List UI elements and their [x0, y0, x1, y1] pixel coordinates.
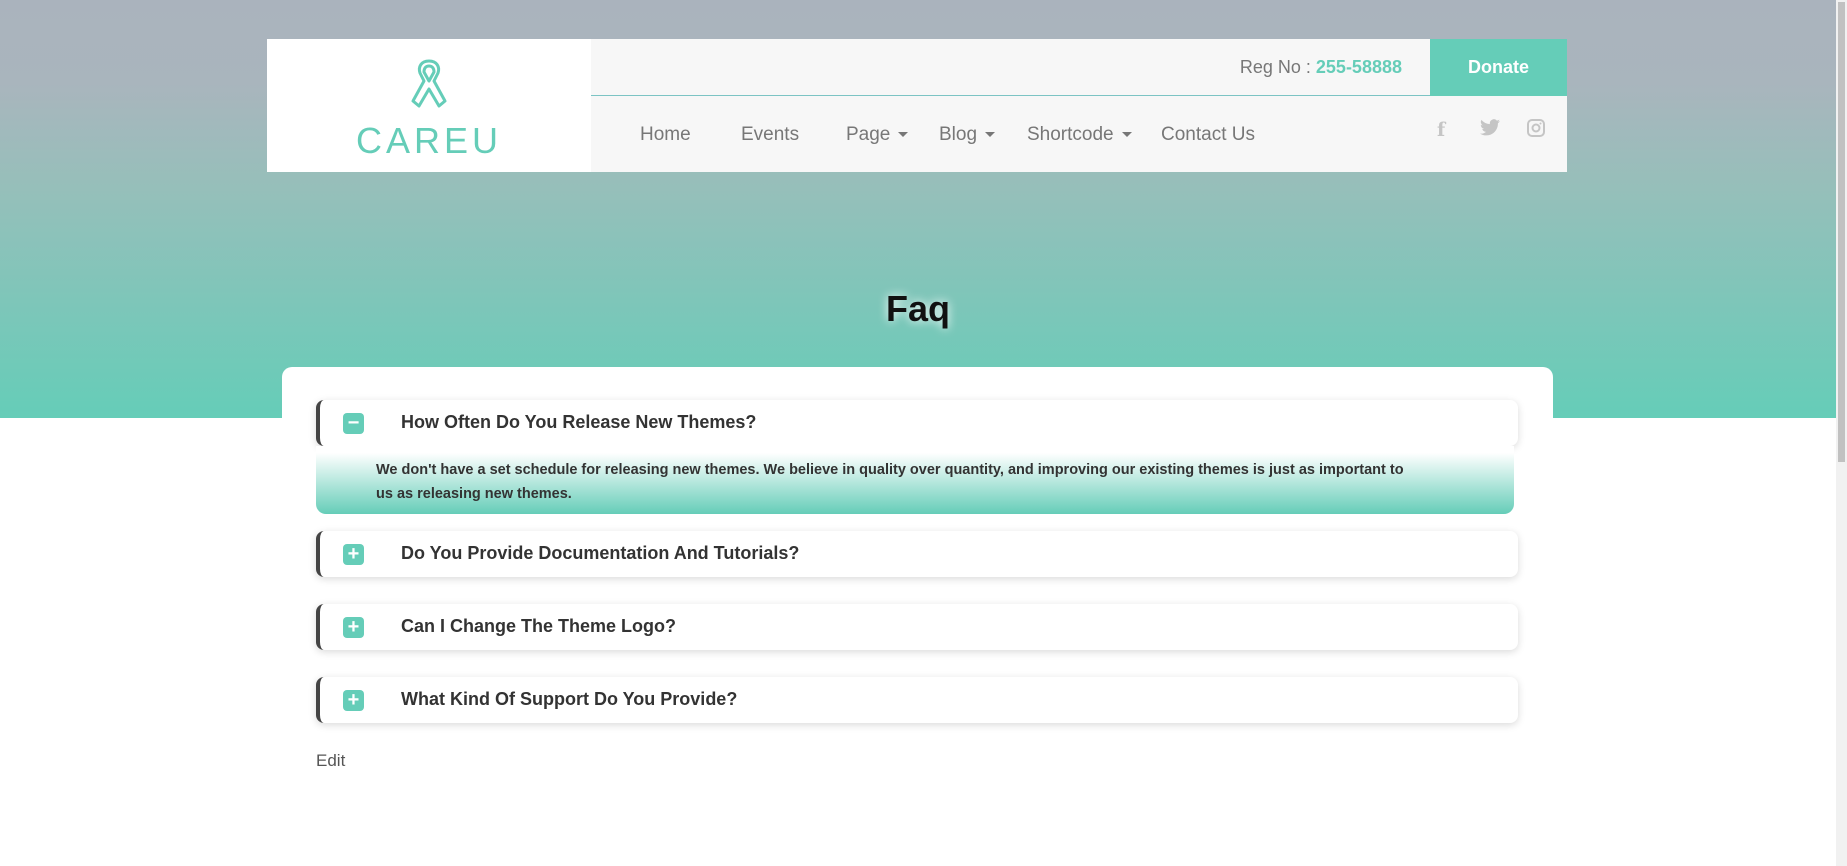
caret-down-icon: [1121, 132, 1132, 138]
faq-answer: We don't have a set schedule for releasi…: [316, 446, 1514, 514]
scrollbar[interactable]: [1836, 0, 1847, 866]
page-title: Faq: [885, 288, 950, 329]
minus-icon: −: [343, 413, 364, 434]
faq-item-3[interactable]: + Can I Change The Theme Logo?: [316, 604, 1518, 650]
caret-down-icon: [898, 132, 909, 138]
plus-icon: +: [343, 544, 364, 565]
donate-button[interactable]: Donate: [1430, 39, 1567, 96]
faq-question: Can I Change The Theme Logo?: [401, 616, 677, 636]
faq-question: How Often Do You Release New Themes?: [401, 412, 757, 432]
top-bar: Reg No : 255-58888 Donate: [591, 39, 1567, 96]
nav-shortcode[interactable]: Shortcode: [1027, 124, 1132, 146]
nav-blog[interactable]: Blog: [939, 124, 996, 146]
nav-page[interactable]: Page: [846, 124, 909, 146]
reg-number: Reg No : 255-58888: [1239, 57, 1402, 77]
scrollbar-thumb[interactable]: [1838, 2, 1845, 462]
caret-down-icon: [985, 132, 996, 138]
twitter-icon[interactable]: [1480, 119, 1500, 142]
logo[interactable]: CAREU: [267, 39, 591, 172]
plus-icon: +: [343, 617, 364, 638]
faq-question: Do You Provide Documentation And Tutoria…: [401, 543, 800, 563]
nav-home[interactable]: Home: [640, 124, 691, 146]
faq-question: What Kind Of Support Do You Provide?: [401, 689, 738, 709]
faq-item-2[interactable]: + Do You Provide Documentation And Tutor…: [316, 531, 1518, 577]
faq-item-4[interactable]: + What Kind Of Support Do You Provide?: [316, 677, 1518, 723]
facebook-icon[interactable]: f: [1437, 119, 1445, 141]
ribbon-icon: [411, 59, 447, 108]
instagram-icon[interactable]: [1527, 119, 1545, 143]
plus-icon: +: [343, 690, 364, 711]
nav-events[interactable]: Events: [741, 124, 799, 146]
nav-contact-us[interactable]: Contact Us: [1161, 124, 1255, 146]
edit-link[interactable]: Edit: [316, 751, 345, 771]
brand-name: CAREU: [355, 120, 503, 161]
faq-item-1[interactable]: − How Often Do You Release New Themes?: [316, 400, 1518, 446]
site-header: CAREU Reg No : 255-58888 Donate Home Eve…: [267, 39, 1567, 172]
